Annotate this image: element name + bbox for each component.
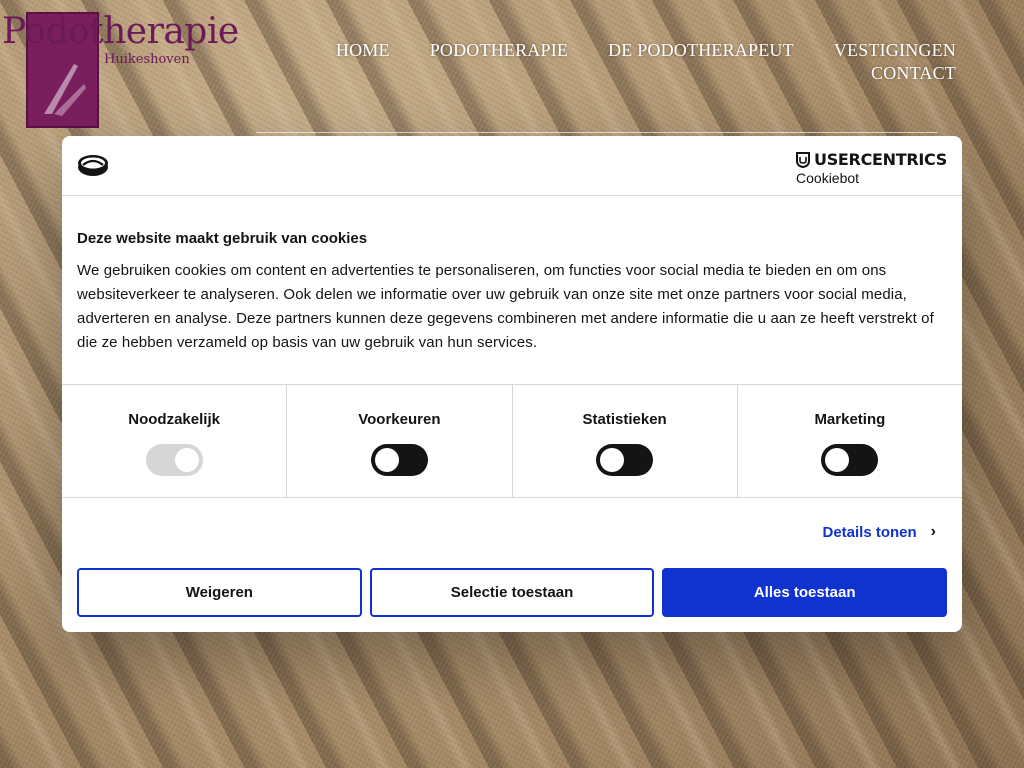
logo-figure-icon bbox=[44, 64, 86, 116]
site-logo[interactable]: Podotherapie Huikeshoven bbox=[0, 10, 255, 130]
usercentrics-shield-icon bbox=[796, 151, 811, 168]
toggle-necessary bbox=[145, 444, 203, 476]
nav-contact[interactable]: CONTACT bbox=[871, 63, 956, 84]
dialog-title: Deze website maakt gebruik van cookies bbox=[77, 230, 368, 247]
category-necessary: Noodzakelijk bbox=[62, 385, 288, 497]
consent-categories: Noodzakelijk Voorkeuren Statistieken Mar… bbox=[62, 385, 962, 498]
toggle-statistics[interactable] bbox=[596, 444, 654, 476]
dialog-description: We gebruiken cookies om content en adver… bbox=[77, 262, 934, 351]
logo-subtitle: Huikeshoven bbox=[104, 52, 190, 67]
cookie-consent-dialog: USERCENTRICS Cookiebot Deze website maak… bbox=[62, 136, 962, 632]
category-label: Statistieken bbox=[582, 411, 667, 428]
nav-vestigingen[interactable]: VESTIGINGEN bbox=[834, 40, 956, 61]
brand-name: USERCENTRICS bbox=[814, 150, 947, 169]
deny-button[interactable]: Weigeren bbox=[77, 568, 362, 617]
toggle-preferences[interactable] bbox=[370, 444, 428, 476]
category-label: Voorkeuren bbox=[358, 411, 441, 428]
main-nav: HOME PODOTHERAPIE DE PODOTHERAPEUT VESTI… bbox=[316, 40, 956, 84]
logo-title: Podotherapie bbox=[2, 11, 239, 52]
chevron-right-icon: › bbox=[930, 523, 936, 540]
details-row: Details tonen › bbox=[62, 498, 962, 568]
category-preferences: Voorkeuren bbox=[287, 385, 513, 497]
category-marketing: Marketing bbox=[738, 385, 962, 497]
dialog-header: USERCENTRICS Cookiebot bbox=[62, 136, 962, 196]
category-statistics: Statistieken bbox=[513, 385, 738, 497]
category-label: Marketing bbox=[814, 411, 886, 428]
nav-de-podotherapeut[interactable]: DE PODOTHERAPEUT bbox=[608, 40, 794, 61]
toggle-marketing[interactable] bbox=[821, 444, 879, 476]
cookie-icon bbox=[77, 153, 109, 182]
allow-all-button[interactable]: Alles toestaan bbox=[662, 568, 948, 617]
brand-subtitle: Cookiebot bbox=[796, 170, 860, 186]
details-link[interactable]: Details tonen › bbox=[822, 523, 936, 541]
details-link-label: Details tonen bbox=[822, 523, 917, 541]
nav-divider bbox=[256, 132, 938, 133]
nav-podotherapie[interactable]: PODOTHERAPIE bbox=[430, 40, 568, 61]
allow-selection-button[interactable]: Selectie toestaan bbox=[369, 568, 655, 617]
category-label: Noodzakelijk bbox=[128, 411, 220, 428]
usercentrics-brand[interactable]: USERCENTRICS Cookiebot bbox=[796, 150, 947, 186]
dialog-buttons: Weigeren Selectie toestaan Alles toestaa… bbox=[62, 568, 962, 617]
dialog-body: Deze website maakt gebruik van cookies W… bbox=[62, 196, 962, 385]
nav-home[interactable]: HOME bbox=[336, 40, 390, 61]
